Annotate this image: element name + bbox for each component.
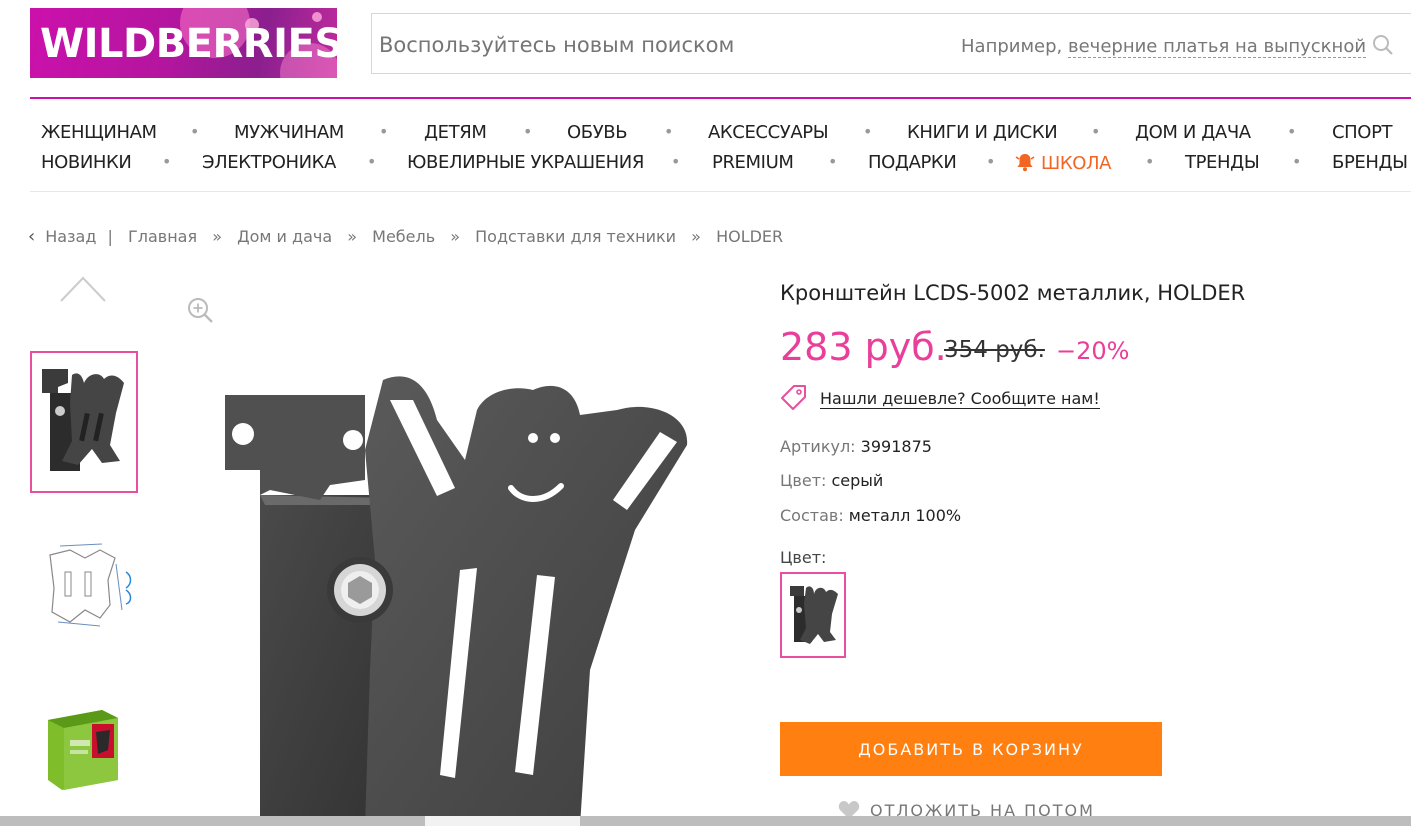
prop-value: 3991875: [860, 437, 932, 456]
breadcrumb-divider: |: [107, 227, 113, 246]
discount-badge: −20%: [1056, 337, 1130, 365]
nav-row-main: ЖЕНЩИНАМ • МУЖЧИНАМ • ДЕТЯМ • ОБУВЬ • АК…: [0, 122, 1411, 148]
header-divider: [30, 97, 1411, 99]
nav-separator: •: [190, 122, 200, 141]
color-option-grey[interactable]: [780, 572, 846, 658]
product-main-image: [225, 376, 688, 826]
color-swatch-image: [790, 586, 838, 644]
prop-value: серый: [831, 471, 884, 490]
price-old: 354 руб.: [944, 337, 1045, 363]
bracket-thumbnail-image: [42, 369, 124, 471]
nav-separator: •: [379, 122, 389, 141]
search-bar[interactable]: Например, вечерние платья на выпускной: [371, 13, 1411, 74]
breadcrumb-back[interactable]: Назад: [45, 227, 96, 246]
breadcrumb-arrow: »: [212, 227, 222, 246]
prop-key: Цвет:: [780, 471, 827, 490]
nav-item-premium[interactable]: PREMIUM: [712, 152, 794, 173]
prop-key: Артикул:: [780, 437, 856, 456]
breadcrumb-item[interactable]: Подставки для техники: [475, 227, 676, 246]
search-icon[interactable]: [1372, 34, 1394, 56]
breadcrumb-arrow: »: [347, 227, 358, 246]
nav-item-men[interactable]: МУЖЧИНАМ: [234, 122, 344, 143]
bracket-drawing-thumbnail-image: [49, 543, 132, 627]
gallery-thumbnail[interactable]: [30, 680, 138, 810]
color-label: Цвет:: [780, 548, 827, 567]
back-arrow-icon[interactable]: ‹: [28, 226, 35, 247]
product-title: Кронштейн LCDS-5002 металлик, HOLDER: [780, 281, 1246, 305]
breadcrumb-arrow: »: [691, 227, 701, 246]
nav-item-jewelry[interactable]: ЮВЕЛИРНЫЕ УКРАШЕНИЯ: [407, 152, 644, 173]
breadcrumb-arrow: »: [450, 227, 461, 246]
breadcrumb-item[interactable]: Главная: [128, 227, 197, 246]
price-current: 283 руб.: [780, 325, 947, 369]
search-hint: Например, вечерние платья на выпускной: [961, 36, 1367, 58]
nav-item-kids[interactable]: ДЕТЯМ: [424, 122, 487, 143]
nav-item-books[interactable]: КНИГИ И ДИСКИ: [907, 122, 1058, 143]
nav-separator: •: [986, 152, 996, 171]
prop-value: металл 100%: [848, 506, 962, 525]
nav-separator: •: [367, 152, 377, 171]
add-to-cart-button[interactable]: ДОБАВИТЬ В КОРЗИНУ: [780, 722, 1162, 776]
prop-composition: Состав: металл 100%: [780, 506, 961, 525]
nav-separator: •: [162, 152, 172, 171]
prop-key: Состав:: [780, 506, 844, 525]
nav-item-gifts[interactable]: ПОДАРКИ: [868, 152, 957, 173]
nav-row-secondary: НОВИНКИ • ЭЛЕКТРОНИКА • ЮВЕЛИРНЫЕ УКРАШЕ…: [0, 152, 1411, 178]
breadcrumb: ‹ Назад | Главная » Дом и дача » Мебель »…: [28, 226, 783, 247]
chevron-up-icon[interactable]: [58, 272, 108, 304]
scrollbar-thumb[interactable]: [425, 816, 580, 826]
prop-color: Цвет: серый: [780, 471, 883, 490]
horizontal-scrollbar[interactable]: [0, 816, 1411, 826]
nav-item-accessories[interactable]: АКСЕССУАРЫ: [708, 122, 829, 143]
zoom-in-icon[interactable]: [186, 296, 214, 324]
nav-separator: •: [1287, 122, 1297, 141]
breadcrumb-item[interactable]: Дом и дача: [237, 227, 332, 246]
nav-separator: •: [1091, 122, 1101, 141]
product-box-thumbnail-image: [48, 710, 118, 790]
price-tag-icon: [781, 385, 806, 410]
prop-article: Артикул: 3991875: [780, 437, 932, 456]
school-bell-icon: [1015, 154, 1035, 172]
search-input[interactable]: [379, 33, 939, 57]
search-hint-example[interactable]: вечерние платья на выпускной: [1068, 36, 1367, 58]
breadcrumb-item[interactable]: Мебель: [372, 227, 435, 246]
nav-separator: •: [523, 122, 533, 141]
breadcrumb-item-current[interactable]: HOLDER: [716, 227, 783, 246]
wildberries-logo[interactable]: WILDBERRIES: [30, 8, 337, 78]
nav-item-electronics[interactable]: ЭЛЕКТРОНИКА: [202, 152, 336, 173]
nav-separator: •: [1145, 152, 1155, 171]
nav-item-women[interactable]: ЖЕНЩИНАМ: [41, 122, 157, 143]
found-cheaper-link[interactable]: Нашли дешевле? Сообщите нам!: [820, 389, 1100, 409]
search-hint-prefix: Например,: [961, 36, 1063, 57]
gallery-thumbnail[interactable]: [30, 510, 138, 652]
nav-separator: •: [828, 152, 838, 171]
gallery-thumbnail[interactable]: [30, 351, 138, 493]
nav-item-new[interactable]: НОВИНКИ: [41, 152, 132, 173]
nav-separator: •: [863, 122, 873, 141]
nav-item-home[interactable]: ДОМ И ДАЧА: [1135, 122, 1251, 143]
logo-text: WILDBERRIES: [40, 21, 337, 67]
nav-separator: •: [671, 152, 681, 171]
nav-item-trends[interactable]: ТРЕНДЫ: [1185, 152, 1260, 173]
nav-item-shoes[interactable]: ОБУВЬ: [567, 122, 628, 143]
nav-divider: [30, 191, 1411, 192]
nav-item-school[interactable]: ШКОЛА: [1015, 152, 1111, 174]
nav-separator: •: [664, 122, 674, 141]
nav-separator: •: [1292, 152, 1302, 171]
nav-item-sport[interactable]: СПОРТ: [1332, 122, 1393, 143]
nav-item-brands[interactable]: БРЕНДЫ: [1332, 152, 1408, 173]
nav-item-school-label: ШКОЛА: [1041, 153, 1112, 174]
